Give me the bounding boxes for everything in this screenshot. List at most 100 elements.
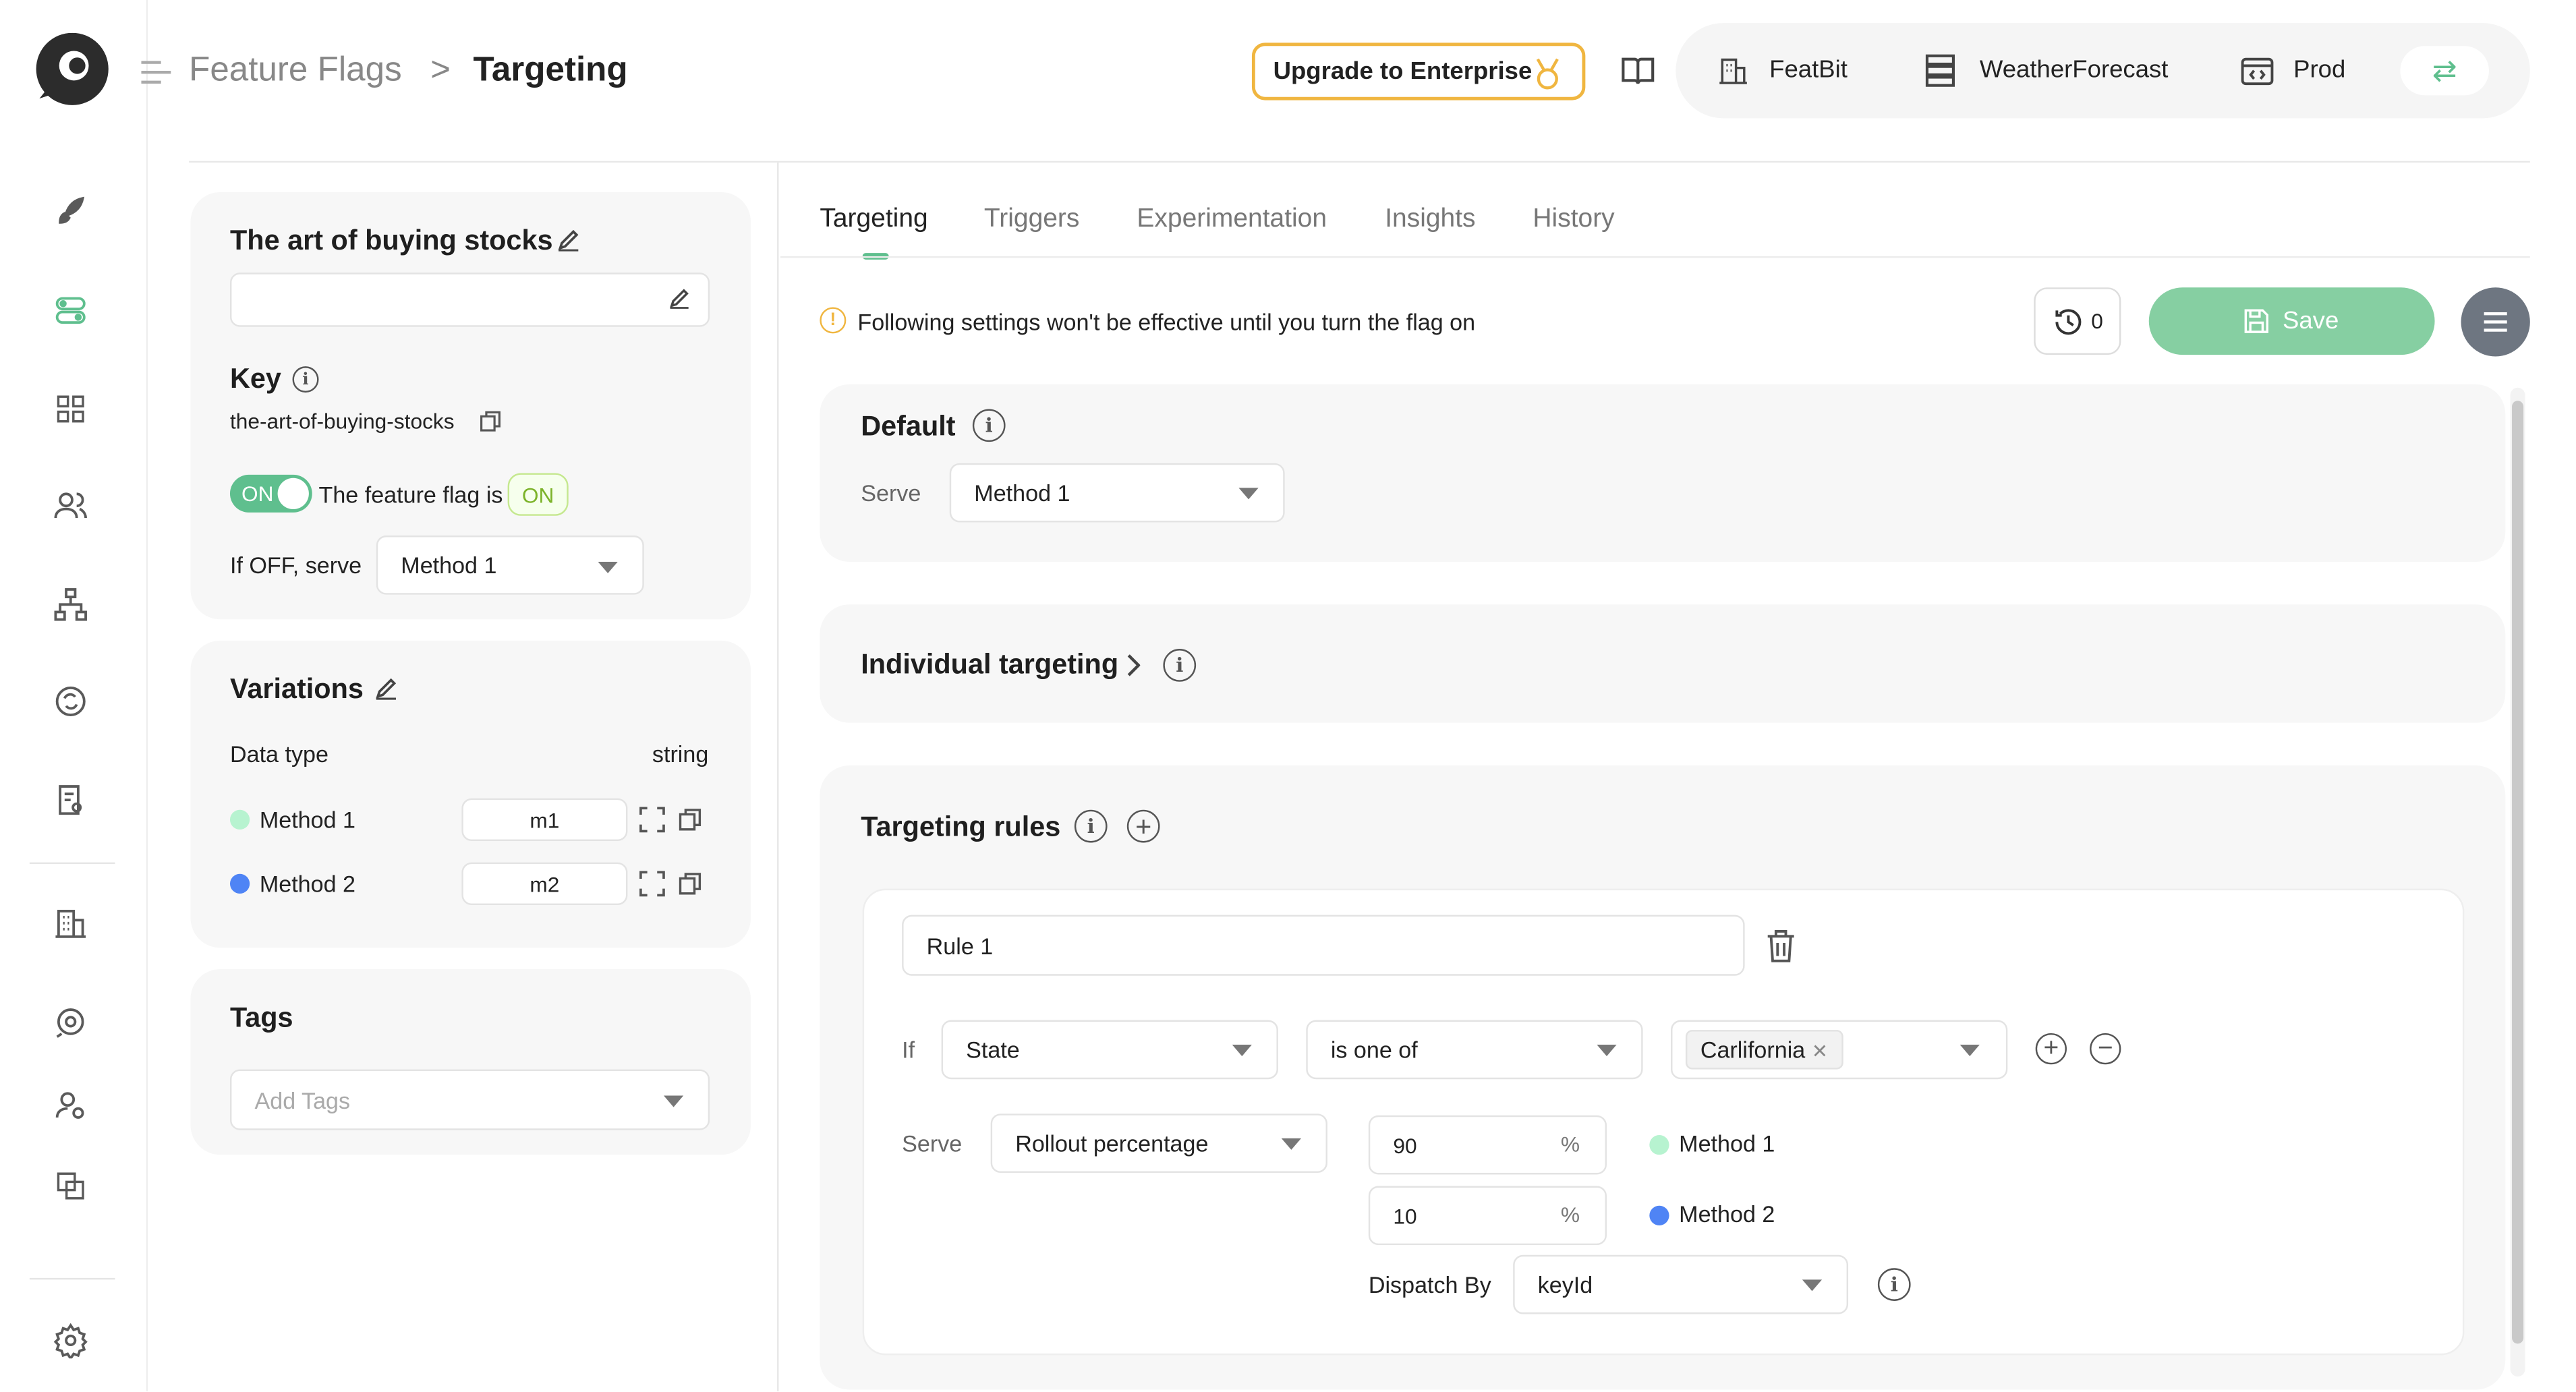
flag-key: the-art-of-buying-stocks xyxy=(229,409,455,434)
copy-icon[interactable] xyxy=(679,808,702,831)
tab-history[interactable]: History xyxy=(1533,205,1614,235)
default-info-icon[interactable]: i xyxy=(972,409,1006,442)
tab-experimentation[interactable]: Experimentation xyxy=(1137,205,1327,235)
remove-condition-icon[interactable]: − xyxy=(2090,1033,2121,1065)
dispatch-select[interactable]: keyId xyxy=(1513,1254,1849,1314)
copy-icon[interactable] xyxy=(679,872,702,895)
chevron-down-icon xyxy=(663,1095,684,1107)
dispatch-label: Dispatch By xyxy=(1368,1271,1491,1298)
edit-description-icon[interactable] xyxy=(668,287,690,309)
featbit-logo[interactable] xyxy=(33,32,115,109)
serve-mode-select[interactable]: Rollout percentage xyxy=(990,1113,1327,1173)
variation-1-color-dot xyxy=(229,809,250,830)
flag-status-badge: ON xyxy=(507,473,569,516)
edit-name-icon[interactable] xyxy=(557,229,580,252)
percent-unit: % xyxy=(1560,1202,1580,1227)
save-label: Save xyxy=(2282,307,2339,335)
breadcrumb-feature-flags[interactable]: Feature Flags xyxy=(189,51,402,90)
header-divider xyxy=(189,161,2530,163)
value-tag: Carlifornia ✕ xyxy=(1685,1030,1843,1070)
integrations-icon[interactable] xyxy=(51,1002,90,1041)
env-selector[interactable]: Prod xyxy=(2293,56,2345,84)
rule-name-input[interactable]: Rule 1 xyxy=(902,915,1745,976)
tab-triggers[interactable]: Triggers xyxy=(984,205,1079,235)
serve-mode-value: Rollout percentage xyxy=(1015,1130,1209,1157)
default-serve-select[interactable]: Method 1 xyxy=(949,463,1285,523)
toggle-knob xyxy=(277,477,309,510)
swap-icon: ⇄ xyxy=(2432,53,2457,86)
env-code-icon xyxy=(2241,57,2274,86)
tab-insights[interactable]: Insights xyxy=(1385,205,1475,235)
values-select[interactable]: Carlifornia ✕ xyxy=(1671,1020,2008,1080)
dispatch-info-icon[interactable]: i xyxy=(1877,1268,1911,1301)
org-selector[interactable]: FeatBit xyxy=(1769,56,1848,84)
upgrade-button[interactable]: Upgrade to Enterprise xyxy=(1251,42,1586,100)
variations-title: Variations xyxy=(229,673,364,705)
delete-rule-icon[interactable] xyxy=(1766,930,1796,963)
individual-info-icon[interactable]: i xyxy=(1163,649,1197,682)
chevron-right-icon[interactable] xyxy=(1125,654,1141,676)
rocket-icon[interactable] xyxy=(51,192,90,231)
users-icon[interactable] xyxy=(51,486,90,525)
chevron-down-icon xyxy=(1959,1045,1980,1057)
org-building-icon xyxy=(1717,54,1750,87)
account-icon[interactable] xyxy=(51,1086,90,1125)
tabs-divider xyxy=(780,256,2530,258)
flag-name: The art of buying stocks xyxy=(229,225,553,256)
attribute-value: State xyxy=(966,1036,1020,1063)
remove-tag-icon[interactable]: ✕ xyxy=(1812,1040,1829,1063)
data-type-label: Data type xyxy=(229,741,328,767)
upgrade-label: Upgrade to Enterprise xyxy=(1273,57,1533,86)
dashboard-icon[interactable] xyxy=(51,389,90,428)
if-label: If xyxy=(902,1036,915,1063)
audit-log-icon[interactable] xyxy=(51,780,90,819)
history-button[interactable]: 0 xyxy=(2034,287,2121,355)
rules-info-icon[interactable]: i xyxy=(1074,809,1108,843)
docs-icon[interactable] xyxy=(1620,54,1657,87)
add-rule-icon[interactable]: + xyxy=(1126,809,1160,843)
flag-toggle[interactable]: ON xyxy=(229,474,312,513)
variation-1-value[interactable]: m1 xyxy=(461,798,628,842)
history-count: 0 xyxy=(2091,308,2103,334)
workspace-icon[interactable] xyxy=(51,1166,90,1205)
add-condition-icon[interactable]: + xyxy=(2035,1033,2067,1065)
breadcrumb-separator: > xyxy=(430,51,451,89)
key-label: Key xyxy=(229,363,281,395)
scrollbar-thumb[interactable] xyxy=(2512,401,2524,1344)
dispatch-value: keyId xyxy=(1537,1271,1593,1298)
breadcrumb-targeting: Targeting xyxy=(473,51,628,89)
flag-description[interactable] xyxy=(229,272,710,327)
variation-1-name: Method 1 xyxy=(259,806,356,833)
edit-variations-icon[interactable] xyxy=(374,676,397,700)
expand-icon[interactable] xyxy=(639,871,665,897)
save-button[interactable]: Save xyxy=(2148,287,2435,355)
medal-icon xyxy=(1533,57,1562,90)
project-selector[interactable]: WeatherForecast xyxy=(1980,56,2169,84)
tab-targeting[interactable]: Targeting xyxy=(820,205,927,235)
organization-icon[interactable] xyxy=(51,904,90,943)
copy-key-icon[interactable] xyxy=(480,411,501,432)
settings-icon[interactable] xyxy=(51,1321,90,1360)
segments-icon[interactable] xyxy=(51,585,90,624)
key-info-icon[interactable]: i xyxy=(292,366,319,393)
panel-divider xyxy=(777,163,779,1391)
more-menu-button[interactable] xyxy=(2461,287,2530,357)
rollout-1-variation: Method 1 xyxy=(1679,1130,1775,1157)
rollout-2-variation: Method 2 xyxy=(1679,1200,1775,1227)
flag-status-text: The feature flag is xyxy=(318,481,503,508)
variation-2-value[interactable]: m2 xyxy=(461,862,628,906)
history-icon xyxy=(2055,308,2082,335)
off-serve-value: Method 1 xyxy=(401,552,497,579)
expand-icon[interactable] xyxy=(639,807,665,833)
data-type-value: string xyxy=(652,741,709,767)
attribute-select[interactable]: State xyxy=(941,1020,1278,1080)
switch-env-button[interactable]: ⇄ xyxy=(2400,46,2489,96)
sync-icon[interactable] xyxy=(51,682,90,721)
feature-flags-icon[interactable] xyxy=(51,291,90,330)
menu-toggle-icon[interactable] xyxy=(138,54,175,90)
chevron-down-icon xyxy=(1597,1045,1617,1057)
warning-icon: ! xyxy=(820,307,847,334)
individual-title: Individual targeting xyxy=(861,649,1119,680)
tags-select[interactable]: Add Tags xyxy=(229,1069,710,1130)
operator-select[interactable]: is one of xyxy=(1306,1020,1643,1080)
